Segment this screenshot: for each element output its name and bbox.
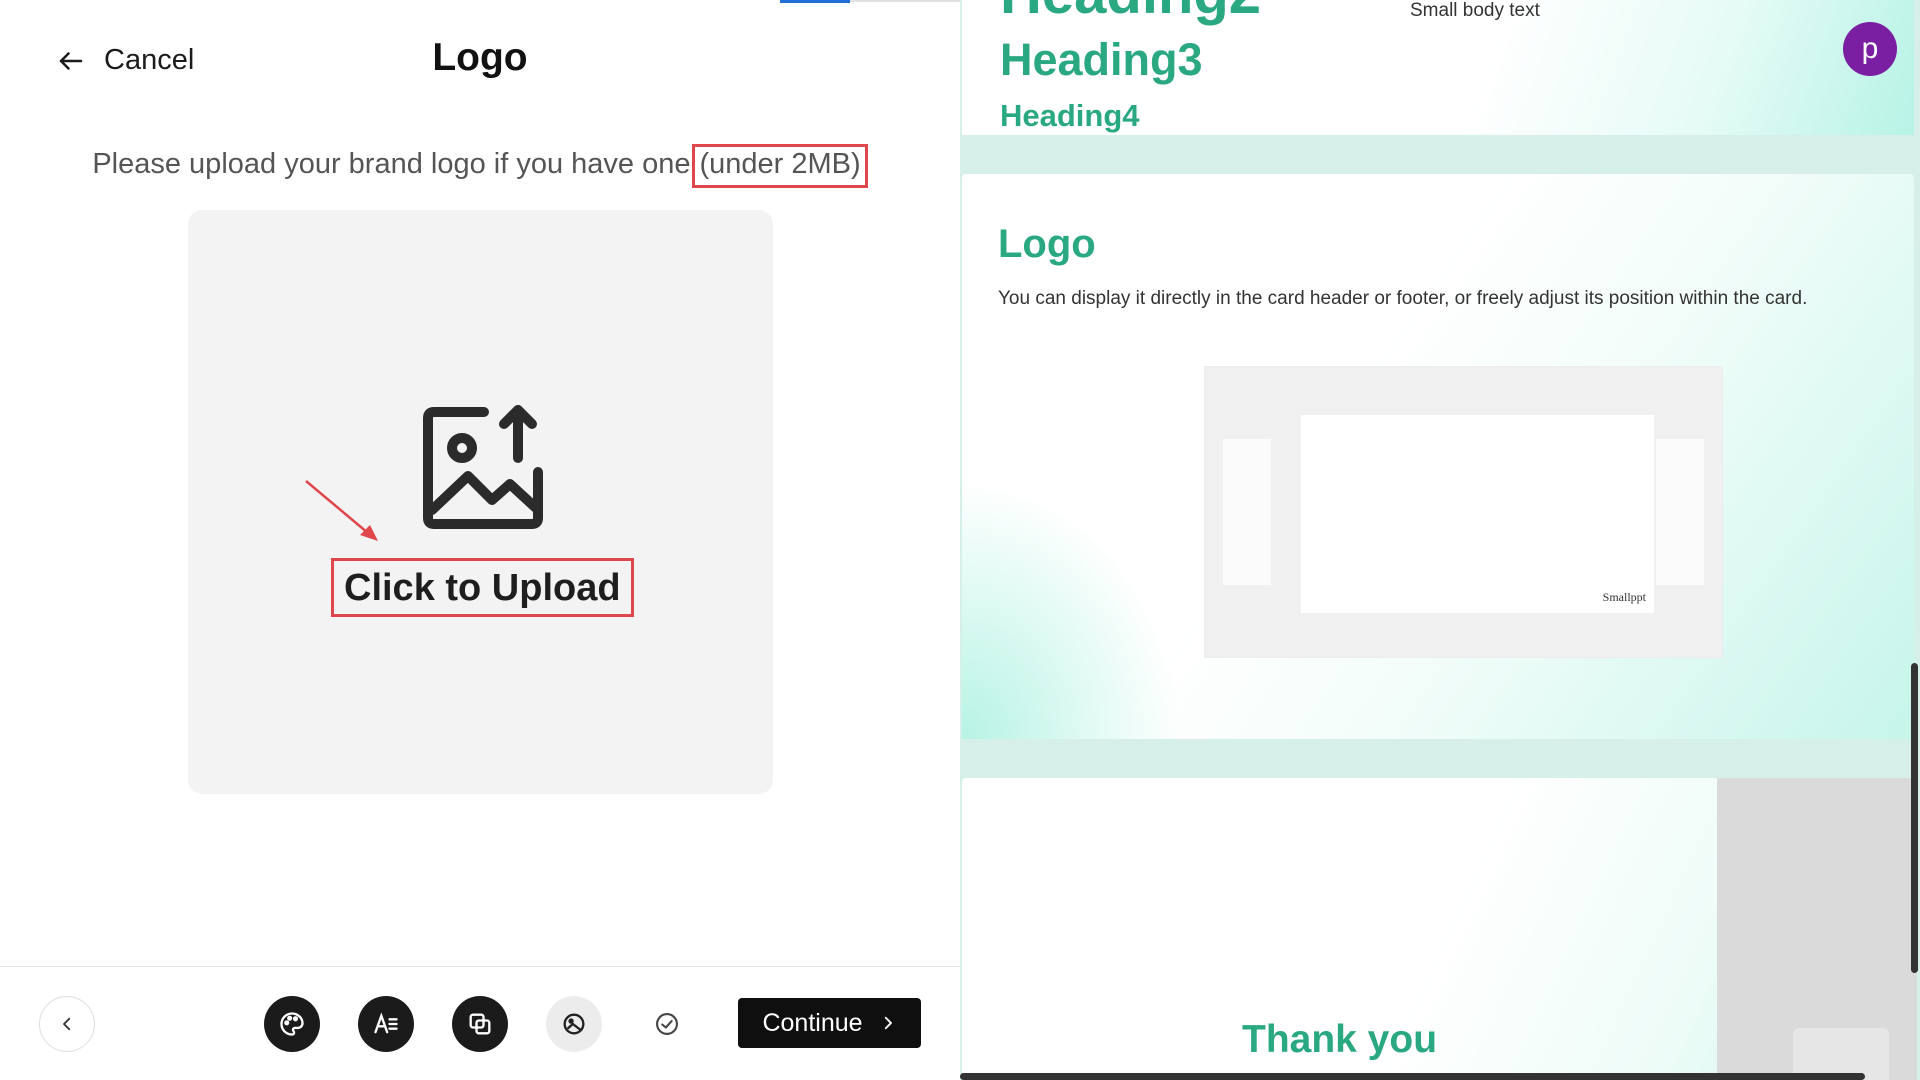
progress-track bbox=[850, 0, 960, 2]
small-body-sample: Small body text bbox=[1410, 0, 1540, 21]
upload-dropzone[interactable]: Click to Upload bbox=[188, 210, 773, 794]
horizontal-scrollbar[interactable] bbox=[960, 1073, 1865, 1080]
text-style-icon bbox=[374, 1012, 398, 1034]
mockup-slide: Smallppt bbox=[1301, 415, 1654, 613]
size-limit-highlight: (under 2MB) bbox=[692, 144, 868, 188]
slide-preview-panel[interactable]: Heading2 Heading3 Heading4 Small body te… bbox=[960, 0, 1920, 1080]
user-avatar[interactable]: p bbox=[1843, 22, 1897, 76]
mockup-side-right bbox=[1656, 439, 1704, 585]
mockup-side-left bbox=[1223, 439, 1271, 585]
previous-button[interactable] bbox=[39, 996, 95, 1052]
continue-button[interactable]: Continue bbox=[738, 998, 921, 1048]
image-upload-icon bbox=[423, 405, 543, 529]
image-style-icon bbox=[563, 1013, 585, 1035]
logo-preview-card: Logo You can display it directly in the … bbox=[962, 174, 1914, 739]
click-to-upload-button[interactable]: Click to Upload bbox=[331, 558, 634, 617]
thank-you-card: Thank you bbox=[962, 778, 1917, 1080]
continue-label: Continue bbox=[762, 1008, 863, 1037]
chevron-right-icon bbox=[884, 1016, 892, 1030]
layout-shapes-button[interactable] bbox=[452, 996, 508, 1052]
font-style-button[interactable] bbox=[358, 996, 414, 1052]
theme-color-button[interactable] bbox=[264, 996, 320, 1052]
upload-instruction: Please upload your brand logo if you hav… bbox=[0, 144, 960, 188]
thank-you-heading: Thank you bbox=[1242, 1018, 1438, 1061]
finish-step-button[interactable] bbox=[639, 996, 695, 1052]
logo-card-description: You can display it directly in the card … bbox=[998, 288, 1808, 309]
footer-divider bbox=[0, 966, 960, 967]
page-title: Logo bbox=[432, 36, 528, 79]
palette-icon bbox=[280, 1012, 304, 1036]
check-circle-icon bbox=[656, 1013, 678, 1035]
annotation-arrow-icon bbox=[305, 480, 378, 541]
app-root: Cancel Logo Please upload your brand log… bbox=[0, 0, 1920, 1080]
logo-upload-panel: Cancel Logo Please upload your brand log… bbox=[0, 0, 960, 1080]
image-placeholder bbox=[1717, 778, 1917, 1080]
image-style-button[interactable] bbox=[546, 996, 602, 1052]
typography-card: Heading2 Heading3 Heading4 Small body te… bbox=[962, 0, 1914, 135]
instruction-text: Please upload your brand logo if you hav… bbox=[92, 148, 691, 180]
heading3-sample: Heading3 bbox=[1000, 34, 1203, 85]
logo-placement-mockup: Smallppt bbox=[1204, 366, 1723, 658]
chevron-left-icon bbox=[63, 1017, 71, 1031]
vertical-scrollbar[interactable] bbox=[1911, 663, 1918, 973]
mockup-logo-text: Smallppt bbox=[1602, 590, 1646, 604]
logo-card-title: Logo bbox=[998, 222, 1096, 266]
heading2-sample: Heading2 bbox=[1000, 0, 1261, 27]
progress-accent bbox=[780, 0, 850, 3]
heading4-sample: Heading4 bbox=[1000, 98, 1140, 133]
shapes-icon bbox=[469, 1013, 491, 1035]
